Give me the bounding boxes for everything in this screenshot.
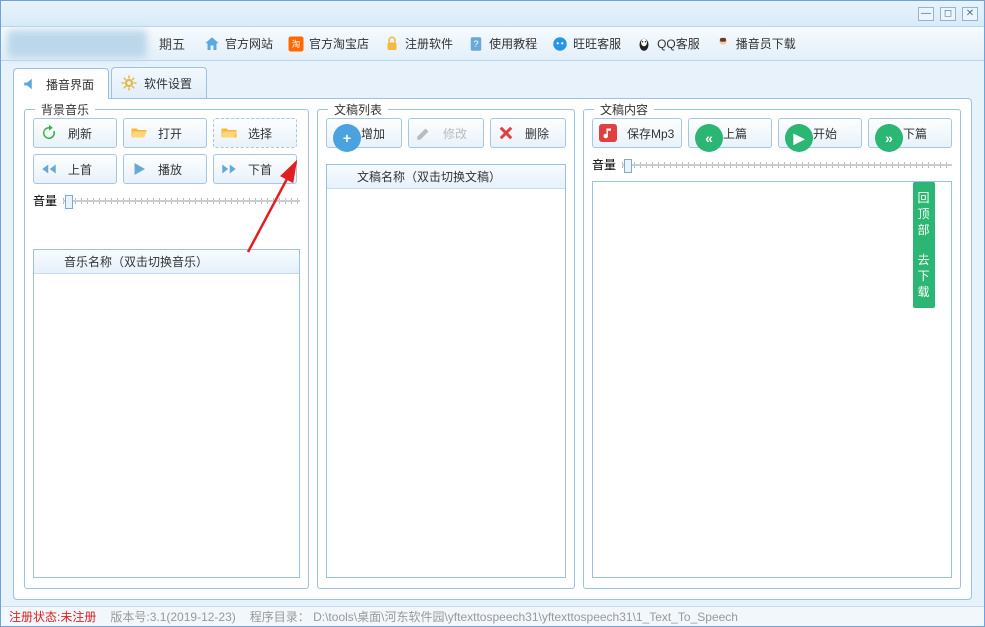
link-official-site[interactable]: 官方网站 <box>197 33 279 55</box>
link-register[interactable]: 注册软件 <box>377 33 459 55</box>
refresh-icon <box>40 124 58 142</box>
doc-list-header: 文稿名称（双击切换文稿） <box>327 165 565 189</box>
doc-textarea[interactable]: 回 顶 部 去 下 载 <box>592 181 952 578</box>
program-dir: 程序目录： D:\tools\桌面\河东软件园\yftexttospeech31… <box>250 608 738 625</box>
refresh-button[interactable]: 刷新 <box>33 118 117 148</box>
next-track-button[interactable]: 下首 <box>213 154 297 184</box>
tabs: 播音界面 软件设置 <box>1 61 984 98</box>
side-strip[interactable]: 回 顶 部 去 下 载 <box>913 182 935 308</box>
link-qq[interactable]: QQ客服 <box>629 33 706 55</box>
svg-text:淘: 淘 <box>292 39 300 49</box>
start-button[interactable]: ▶ 开始 <box>778 118 862 148</box>
panel-doclist-title: 文稿列表 <box>328 101 388 118</box>
gear-icon <box>120 74 138 92</box>
play-green-icon: ▶ <box>785 124 803 142</box>
minimize-button[interactable]: — <box>918 7 934 21</box>
lock-icon <box>383 35 401 53</box>
panel-doc-title: 文稿内容 <box>594 101 654 118</box>
pencil-icon <box>415 124 433 142</box>
music-list-header: 音乐名称（双击切换音乐） <box>34 250 299 274</box>
person-icon <box>714 35 732 53</box>
prev-green-icon: « <box>695 124 713 142</box>
qq-icon <box>635 35 653 53</box>
titlebar: — ◻ ✕ <box>1 1 984 27</box>
next-green-icon: » <box>875 124 893 142</box>
doc-list[interactable]: 文稿名称（双击切换文稿） <box>326 164 566 578</box>
logo-blurred <box>7 30 147 58</box>
wangwang-icon <box>551 35 569 53</box>
open-button[interactable]: 打开 <box>123 118 207 148</box>
close-button[interactable]: ✕ <box>962 7 978 21</box>
maximize-button[interactable]: ◻ <box>940 7 956 21</box>
prev-track-button[interactable]: 上首 <box>33 154 117 184</box>
svg-text:?: ? <box>474 39 479 49</box>
top-toolbar: 期五 官方网站 淘 官方淘宝店 注册软件 ? 使用教程 旺旺客服 QQ客服 播音… <box>1 27 984 61</box>
choose-button[interactable]: 选择 <box>213 118 297 148</box>
link-voice-download[interactable]: 播音员下载 <box>708 33 802 55</box>
link-wangwang[interactable]: 旺旺客服 <box>545 33 627 55</box>
doc-volume-slider[interactable] <box>622 158 952 172</box>
music-list[interactable]: 音乐名称（双击切换音乐） <box>33 249 300 578</box>
taobao-icon: 淘 <box>287 35 305 53</box>
play-button[interactable]: 播放 <box>123 154 207 184</box>
panel-bgm-title: 背景音乐 <box>35 101 95 118</box>
version-label: 版本号:3.1(2019-12-23) <box>110 608 235 625</box>
delete-icon <box>497 124 515 142</box>
panel-doc-content: 文稿内容 保存Mp3 « 上篇 ▶ 开始 » 下篇 <box>583 109 961 589</box>
statusbar: 注册状态:未注册 版本号:3.1(2019-12-23) 程序目录： D:\to… <box>1 606 984 626</box>
tab-broadcast[interactable]: 播音界面 <box>13 68 109 99</box>
help-icon: ? <box>467 35 485 53</box>
next-doc-button[interactable]: » 下篇 <box>868 118 952 148</box>
main-content: 背景音乐 刷新 打开 选择 上首 <box>13 98 972 600</box>
register-status: 注册状态:未注册 <box>9 608 96 625</box>
plus-icon: + <box>333 124 351 142</box>
bgm-volume-label: 音量 <box>33 192 57 209</box>
tab-settings[interactable]: 软件设置 <box>111 67 207 98</box>
panel-bgm: 背景音乐 刷新 打开 选择 上首 <box>24 109 309 589</box>
panel-doclist: 文稿列表 + 增加 修改 删除 文稿名称（双击切换文稿） <box>317 109 575 589</box>
music-note-icon <box>599 124 617 142</box>
link-taobao[interactable]: 淘 官方淘宝店 <box>281 33 375 55</box>
next-icon <box>220 160 238 178</box>
folder-icon <box>220 124 238 142</box>
folder-open-icon <box>130 124 148 142</box>
add-button[interactable]: + 增加 <box>326 118 402 148</box>
home-icon <box>203 35 221 53</box>
play-icon <box>130 160 148 178</box>
doc-volume-label: 音量 <box>592 156 616 173</box>
save-mp3-button[interactable]: 保存Mp3 <box>592 118 682 148</box>
edit-button[interactable]: 修改 <box>408 118 484 148</box>
delete-button[interactable]: 删除 <box>490 118 566 148</box>
megaphone-icon <box>22 75 40 93</box>
prev-icon <box>40 160 58 178</box>
link-tutorial[interactable]: ? 使用教程 <box>461 33 543 55</box>
prev-doc-button[interactable]: « 上篇 <box>688 118 772 148</box>
date-label: 期五 <box>159 34 185 53</box>
bgm-volume-slider[interactable] <box>63 194 300 208</box>
